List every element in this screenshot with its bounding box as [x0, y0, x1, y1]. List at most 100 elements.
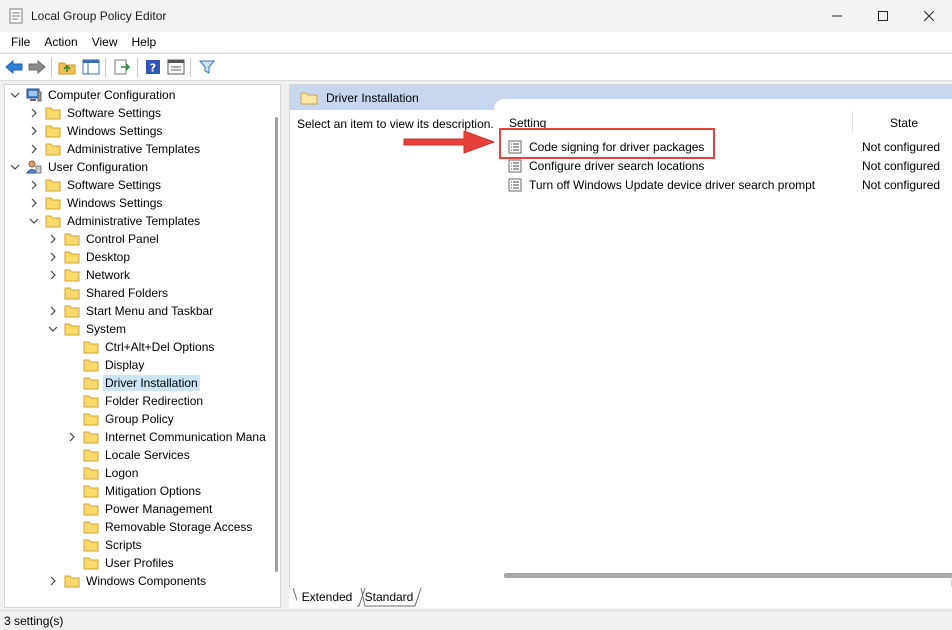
maximize-icon: [878, 11, 888, 21]
tree-node[interactable]: Internet Communication Mana: [66, 428, 268, 446]
tree-node[interactable]: Software Settings: [28, 104, 163, 122]
chevron-right-icon[interactable]: [28, 143, 40, 155]
tree-node[interactable]: Control Panel: [47, 230, 161, 248]
menu-view[interactable]: View: [85, 32, 125, 52]
tree-node[interactable]: Windows Components: [47, 572, 208, 590]
menu-help[interactable]: Help: [125, 32, 164, 52]
tree-node-label: Desktop: [86, 250, 131, 264]
table-row[interactable]: Turn off Windows Update device driver se…: [508, 176, 815, 194]
tree-node-label: Logon: [105, 466, 139, 480]
tree-node[interactable]: Folder Redirection: [66, 392, 205, 410]
menu-file[interactable]: File: [4, 32, 37, 52]
tree-node[interactable]: Scripts: [66, 536, 144, 554]
tree-node[interactable]: Shared Folders: [47, 284, 170, 302]
tree-node[interactable]: System: [47, 320, 128, 338]
chevron-down-icon[interactable]: [47, 323, 59, 335]
tree-node[interactable]: User Configuration: [9, 158, 150, 176]
filter-button[interactable]: [197, 57, 217, 77]
folder-icon: [64, 286, 80, 300]
tree-node[interactable]: Locale Services: [66, 446, 192, 464]
close-button[interactable]: [906, 0, 952, 32]
folder-icon: [83, 484, 99, 498]
tree-node-label: Windows Settings: [67, 124, 163, 138]
tree-node[interactable]: Removable Storage Access: [66, 518, 254, 536]
tree-scrollbar-thumb[interactable]: [275, 117, 278, 572]
properties-view-icon: [167, 59, 185, 75]
chevron-right-icon[interactable]: [66, 431, 78, 443]
menu-action[interactable]: Action: [37, 32, 84, 52]
tree-node[interactable]: Network: [47, 266, 132, 284]
export-list-button[interactable]: [112, 57, 132, 77]
chevron-right-icon[interactable]: [28, 179, 40, 191]
tree-node-label: Software Settings: [67, 106, 162, 120]
minimize-button[interactable]: [814, 0, 860, 32]
chevron-right-icon[interactable]: [47, 575, 59, 587]
folder-icon: [83, 520, 99, 534]
tree-node-label: Locale Services: [105, 448, 190, 462]
folder-icon: [64, 304, 80, 318]
tree-node[interactable]: Ctrl+Alt+Del Options: [66, 338, 216, 356]
tree-node[interactable]: Computer Configuration: [9, 86, 177, 104]
tree-node[interactable]: Start Menu and Taskbar: [47, 302, 215, 320]
tree-node[interactable]: Display: [66, 356, 146, 374]
tree-node-label: User Profiles: [105, 556, 174, 570]
folder-icon: [83, 394, 99, 408]
tree-node-label: Scripts: [105, 538, 142, 552]
chevron-right-icon[interactable]: [28, 125, 40, 137]
help-icon: ?: [146, 60, 160, 75]
forward-button[interactable]: [27, 57, 47, 77]
chevron-right-icon[interactable]: [47, 269, 59, 281]
tree-scrollbar[interactable]: [273, 85, 280, 607]
help-button[interactable]: ?: [143, 57, 163, 77]
tree-node-label: Computer Configuration: [48, 88, 176, 102]
folder-icon: [83, 376, 99, 390]
chevron-down-icon[interactable]: [28, 215, 40, 227]
tree-node[interactable]: Mitigation Options: [66, 482, 203, 500]
tree-node[interactable]: Desktop: [47, 248, 132, 266]
tree-node[interactable]: Windows Settings: [28, 122, 164, 140]
up-folder-button[interactable]: [57, 57, 77, 77]
tree-node-label: Power Management: [105, 502, 213, 516]
chevron-right-icon[interactable]: [47, 251, 59, 263]
folder-icon: [83, 466, 99, 480]
tree-node[interactable]: Windows Settings: [28, 194, 164, 212]
back-button[interactable]: [4, 57, 24, 77]
column-header-state[interactable]: State: [890, 116, 918, 130]
column-divider[interactable]: [852, 111, 853, 133]
show-hide-tree-button[interactable]: [81, 57, 101, 77]
tree-node[interactable]: Logon: [66, 464, 140, 482]
setting-name: Configure driver search locations: [529, 159, 705, 173]
tree-node[interactable]: Administrative Templates: [28, 212, 202, 230]
chevron-down-icon[interactable]: [9, 89, 21, 101]
tree-node[interactable]: Power Management: [66, 500, 214, 518]
title-bar: Local Group Policy Editor: [0, 0, 952, 32]
view-tabs: Extended Standard: [289, 587, 952, 608]
user-icon: [26, 160, 42, 174]
policy-setting-icon: [508, 178, 522, 192]
tab-extended[interactable]: Extended: [297, 587, 357, 607]
details-header-title: Driver Installation: [326, 91, 419, 105]
chevron-right-icon[interactable]: [28, 107, 40, 119]
chevron-right-icon[interactable]: [47, 233, 59, 245]
chevron-right-icon[interactable]: [47, 305, 59, 317]
chevron-down-icon[interactable]: [9, 161, 21, 173]
horizontal-scrollbar[interactable]: [504, 573, 952, 578]
tree-node[interactable]: Group Policy: [66, 410, 176, 428]
console-tree-pane[interactable]: Computer Configuration Software Settings W…: [4, 84, 281, 608]
tree-node[interactable]: Driver Installation: [66, 374, 200, 392]
maximize-button[interactable]: [860, 0, 906, 32]
folder-icon: [45, 214, 61, 228]
tree-node[interactable]: User Profiles: [66, 554, 176, 572]
tree-node[interactable]: Software Settings: [28, 176, 163, 194]
table-row[interactable]: Configure driver search locations: [508, 157, 704, 175]
tree-node[interactable]: Administrative Templates: [28, 140, 202, 158]
tab-standard[interactable]: Standard: [359, 587, 419, 607]
properties-view-button[interactable]: [166, 57, 186, 77]
up-folder-icon: [58, 62, 76, 75]
chevron-right-icon[interactable]: [28, 197, 40, 209]
